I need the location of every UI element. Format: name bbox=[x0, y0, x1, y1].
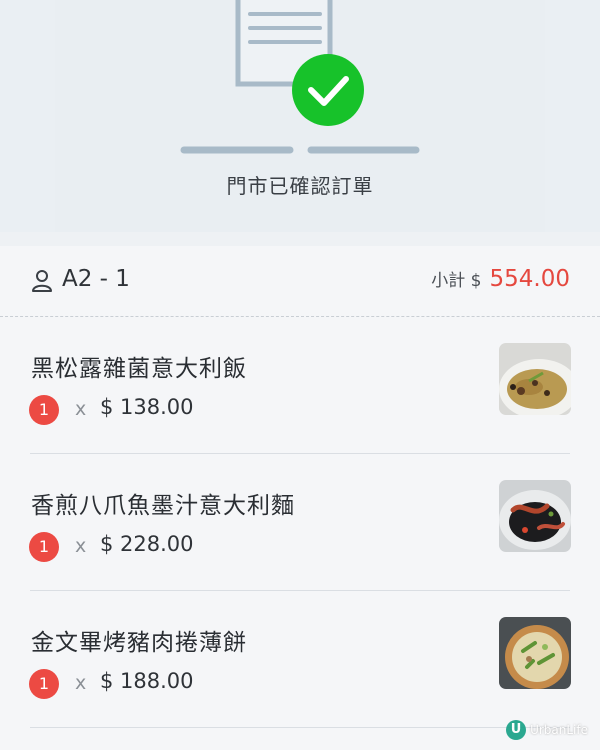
item-price: $ 188.00 bbox=[100, 669, 194, 693]
order-item[interactable]: 香煎八爪魚墨汁意大利麵 1 x $ 228.00 bbox=[0, 454, 600, 591]
subtotal-value: 554.00 bbox=[489, 266, 570, 292]
item-name: 金文畢烤豬肉捲薄餅 bbox=[31, 630, 247, 656]
item-name: 黑松露雜菌意大利飯 bbox=[31, 356, 247, 382]
item-price: $ 138.00 bbox=[100, 395, 194, 419]
risotto-photo bbox=[499, 343, 571, 415]
urbanlife-logo-icon: U bbox=[506, 720, 527, 740]
quantity-badge: 1 bbox=[29, 669, 59, 699]
watermark-text: UrbanLife bbox=[530, 723, 588, 737]
item-divider bbox=[30, 727, 570, 728]
order-panel: A2 - 1 小計 $ 554.00 黑松露雜菌意大利飯 1 x $ 138.0… bbox=[0, 246, 600, 750]
times-sign: x bbox=[75, 535, 87, 557]
confirmation-header: 門市已確認訂單 bbox=[0, 0, 600, 232]
times-sign: x bbox=[75, 672, 87, 694]
subtotal-label: 小計 $ bbox=[431, 271, 482, 291]
check-circle-icon bbox=[292, 54, 364, 126]
order-item[interactable]: 金文畢烤豬肉捲薄餅 1 x $ 188.00 bbox=[0, 591, 600, 728]
squid-ink-pasta-photo bbox=[499, 480, 571, 552]
order-item[interactable]: 黑松露雜菌意大利飯 1 x $ 138.00 bbox=[0, 317, 600, 454]
pizza-photo bbox=[499, 617, 571, 689]
person-icon bbox=[32, 270, 52, 292]
item-price: $ 228.00 bbox=[100, 532, 194, 556]
table-summary-row: A2 - 1 小計 $ 554.00 bbox=[0, 246, 600, 316]
times-sign: x bbox=[75, 398, 87, 420]
quantity-badge: 1 bbox=[29, 532, 59, 562]
quantity-badge: 1 bbox=[29, 395, 59, 425]
subtotal: 小計 $ 554.00 bbox=[431, 266, 570, 292]
order-confirmed-message: 門市已確認訂單 bbox=[226, 174, 374, 198]
table-number: A2 - 1 bbox=[62, 266, 130, 292]
watermark: U UrbanLife bbox=[506, 720, 588, 740]
item-name: 香煎八爪魚墨汁意大利麵 bbox=[31, 493, 295, 519]
